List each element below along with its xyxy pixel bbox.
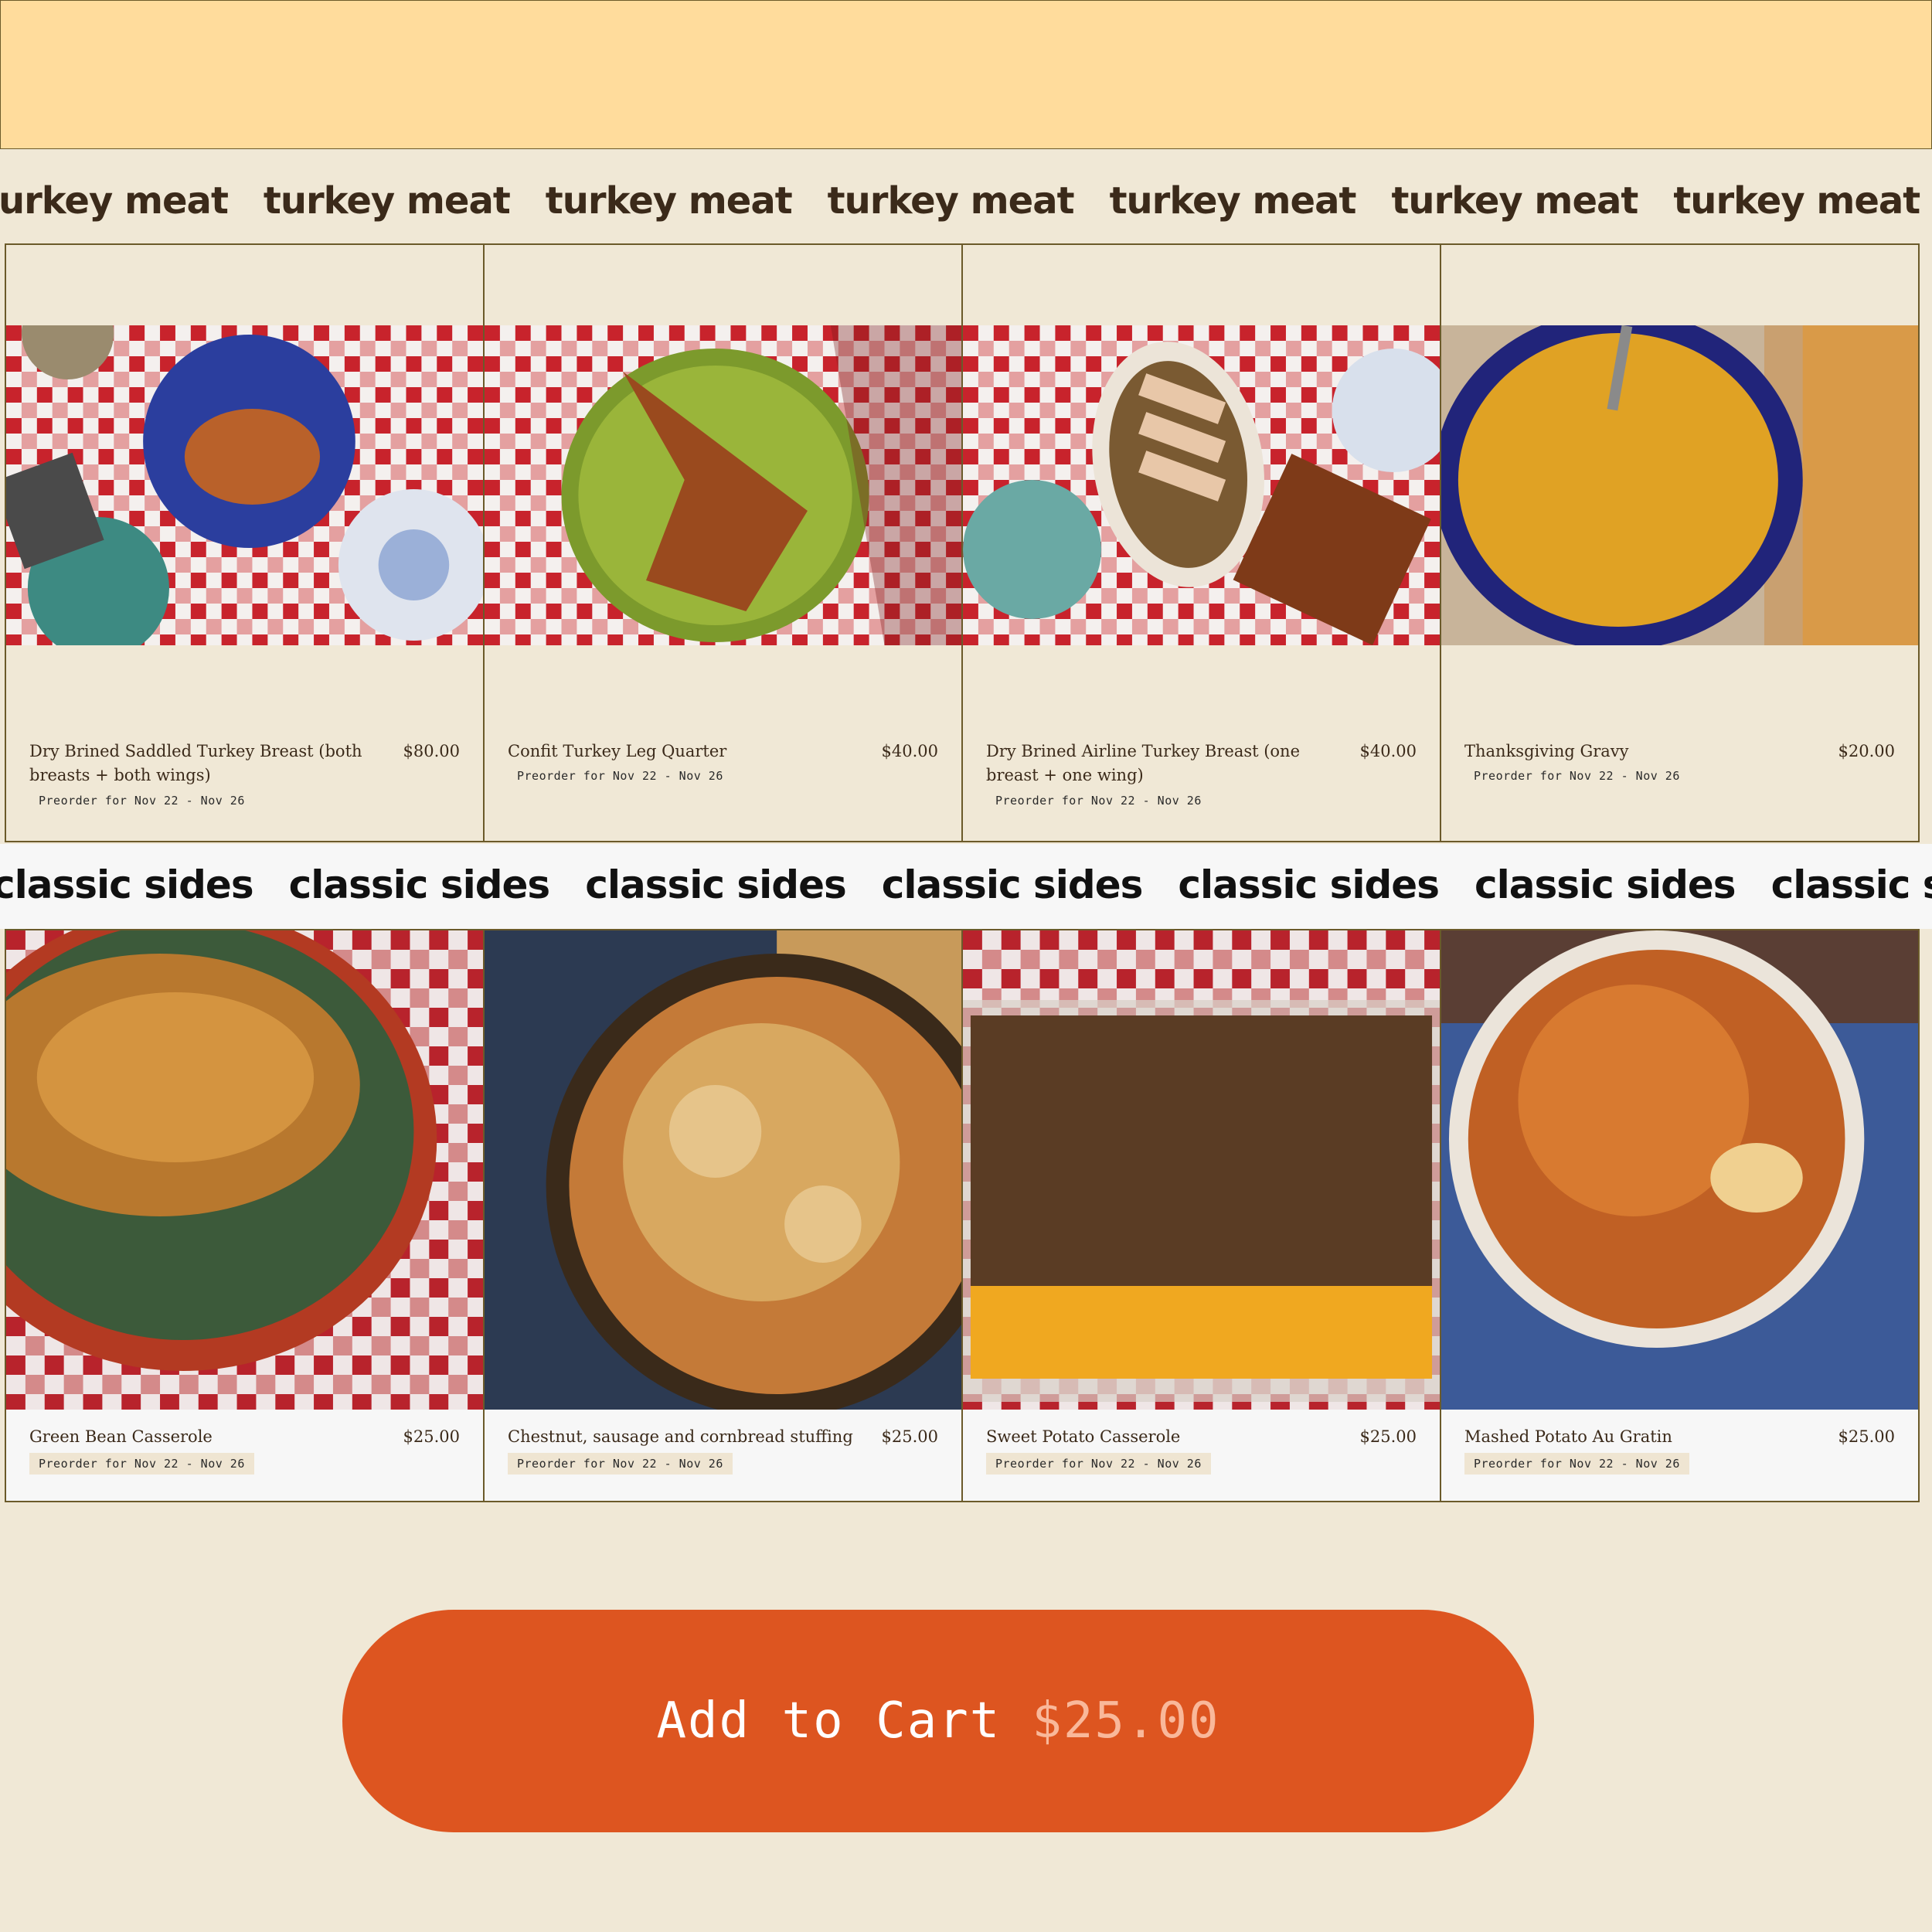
product-name: Thanksgiving Gravy	[1464, 742, 1629, 760]
add-to-cart-label: Add to Cart	[656, 1692, 1002, 1750]
product-info: Mashed Potato Au Gratin $25.00	[1464, 1425, 1895, 1449]
product-price: $25.00	[403, 1427, 460, 1446]
section-marquee-turkey-meat: turkey meat turkey meat turkey meat turkey …	[0, 172, 1932, 233]
product-photo-sweet-potato-casserole	[963, 930, 1440, 1410]
cart-amount: $25.00	[1032, 1692, 1220, 1750]
product-card[interactable]: Green Bean Casserole $25.00 Preorder for…	[5, 929, 485, 1502]
preorder-badge: Preorder for Nov 22 - Nov 26	[39, 794, 245, 808]
preorder-badge: Preorder for Nov 22 - Nov 26	[1464, 1453, 1689, 1475]
product-price: $25.00	[881, 1427, 938, 1446]
preorder-badge: Preorder for Nov 22 - Nov 26	[29, 1453, 254, 1475]
product-card[interactable]: Dry Brined Saddled Turkey Breast (both b…	[5, 243, 485, 842]
product-card[interactable]: Sweet Potato Casserole $25.00 Preorder f…	[961, 929, 1441, 1502]
product-name: Confit Turkey Leg Quarter	[508, 742, 727, 760]
marquee-text: turkey meat	[827, 179, 1075, 223]
product-card[interactable]: Chestnut, sausage and cornbread stuffing…	[483, 929, 963, 1502]
product-price: $25.00	[1359, 1427, 1417, 1446]
product-price: $20.00	[1838, 742, 1895, 760]
product-photo-turkey-breast	[6, 325, 483, 645]
product-grid-meat: Dry Brined Saddled Turkey Breast (both b…	[5, 243, 1927, 842]
product-name: Green Bean Casserole	[29, 1427, 213, 1446]
product-card[interactable]: Mashed Potato Au Gratin $25.00 Preorder …	[1440, 929, 1920, 1502]
product-photo-turkey-leg	[485, 325, 961, 645]
product-name: Mashed Potato Au Gratin	[1464, 1427, 1672, 1446]
marquee-text: turkey meat	[0, 179, 229, 223]
product-card[interactable]: Thanksgiving Gravy $20.00 Preorder for N…	[1440, 243, 1920, 842]
product-card[interactable]: Confit Turkey Leg Quarter $40.00 Preorde…	[483, 243, 963, 842]
product-photo-airline-breast	[963, 325, 1440, 645]
preorder-badge: Preorder for Nov 22 - Nov 26	[986, 1453, 1211, 1475]
product-photo-gravy	[1441, 325, 1918, 645]
marquee-text: turkey meat	[263, 179, 511, 223]
preorder-badge: Preorder for Nov 22 - Nov 26	[995, 794, 1202, 808]
announcement-banner	[0, 0, 1932, 149]
marquee-text: classic sides	[881, 862, 1144, 907]
product-price: $80.00	[403, 742, 460, 760]
marquee-text: classic sides	[1474, 862, 1736, 907]
preorder-badge: Preorder for Nov 22 - Nov 26	[508, 1453, 733, 1475]
product-info: Dry Brined Airline Turkey Breast (one br…	[986, 740, 1417, 787]
product-info: Thanksgiving Gravy $20.00	[1464, 740, 1895, 764]
add-to-cart-button[interactable]: Add to Cart $25.00	[342, 1610, 1534, 1832]
product-price: $25.00	[1838, 1427, 1895, 1446]
product-info: Sweet Potato Casserole $25.00	[986, 1425, 1417, 1449]
product-photo-green-bean-casserole	[6, 930, 483, 1410]
marquee-text: classic sides	[585, 862, 847, 907]
product-info: Chestnut, sausage and cornbread stuffing…	[508, 1425, 938, 1449]
marquee-text: turkey meat	[1391, 179, 1638, 223]
product-info: Dry Brined Saddled Turkey Breast (both b…	[29, 740, 460, 787]
product-price: $40.00	[1359, 742, 1417, 760]
marquee-text: turkey meat	[1109, 179, 1357, 223]
product-info: Green Bean Casserole $25.00	[29, 1425, 460, 1449]
preorder-badge: Preorder for Nov 22 - Nov 26	[517, 769, 723, 783]
product-info: Confit Turkey Leg Quarter $40.00	[508, 740, 938, 764]
product-grid-sides: Green Bean Casserole $25.00 Preorder for…	[5, 929, 1927, 1502]
product-card[interactable]: Dry Brined Airline Turkey Breast (one br…	[961, 243, 1441, 842]
marquee-text: turkey meat	[545, 179, 793, 223]
product-photo-mashed-potato-au-gratin	[1441, 930, 1918, 1410]
product-name: Dry Brined Airline Turkey Breast (one br…	[986, 742, 1301, 784]
marquee-text: classic sides	[288, 862, 551, 907]
marquee-text: classic sides	[0, 862, 254, 907]
product-name: Chestnut, sausage and cornbread stuffing	[508, 1427, 853, 1446]
product-name: Dry Brined Saddled Turkey Breast (both b…	[29, 742, 362, 784]
product-name: Sweet Potato Casserole	[986, 1427, 1181, 1446]
preorder-badge: Preorder for Nov 22 - Nov 26	[1474, 769, 1680, 783]
section-marquee-classic-sides: classic sides classic sides classic sides c…	[0, 844, 1932, 929]
marquee-text: turkey meat	[1673, 179, 1920, 223]
marquee-text: classic sides	[1178, 862, 1440, 907]
product-price: $40.00	[881, 742, 938, 760]
product-photo-stuffing	[485, 930, 961, 1410]
marquee-text: classic sides	[1770, 862, 1932, 907]
